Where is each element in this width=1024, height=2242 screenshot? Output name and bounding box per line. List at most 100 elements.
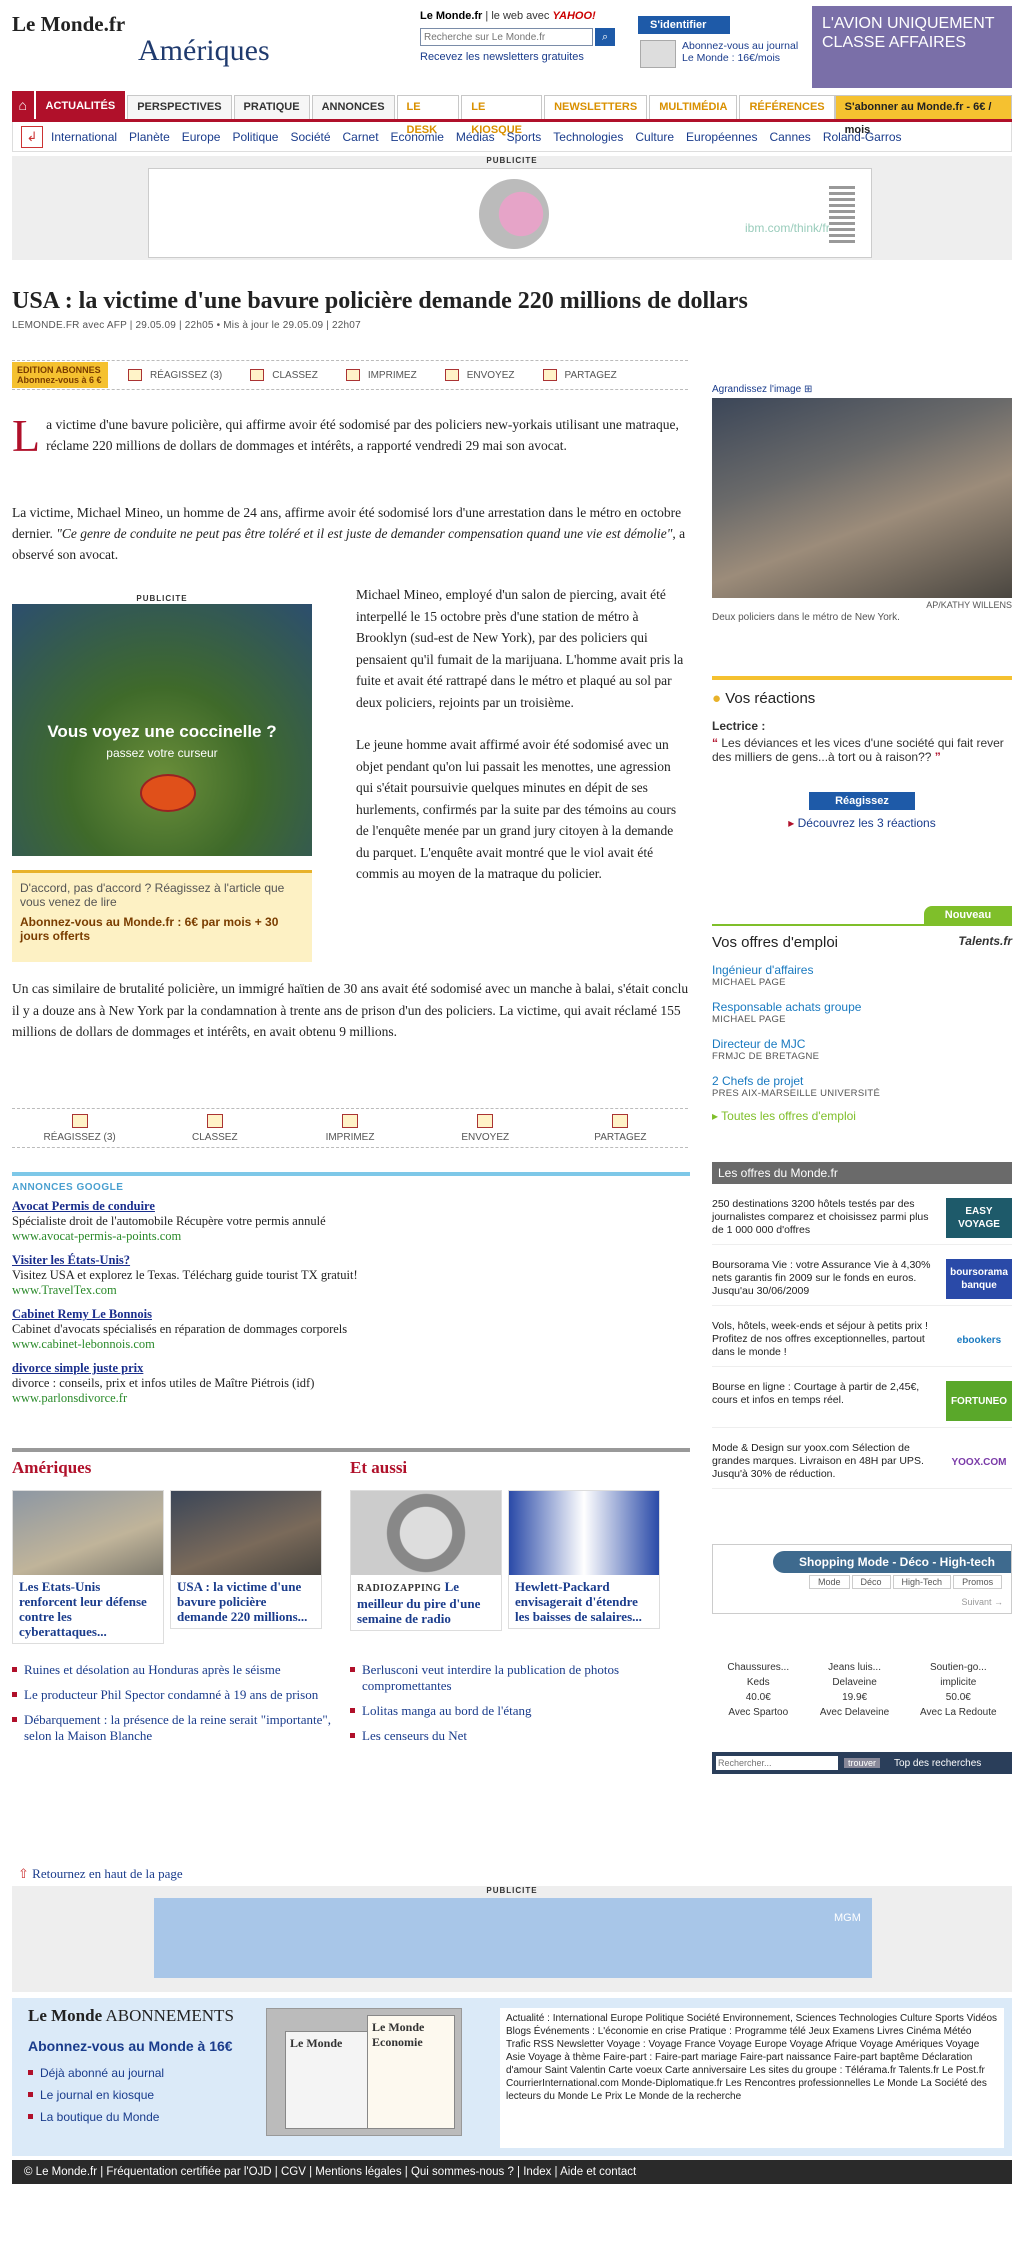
tab-perspectives[interactable]: PERSPECTIVES — [127, 95, 232, 119]
subnav-carnet[interactable]: Carnet — [343, 130, 379, 144]
subnav-sports[interactable]: Sports — [507, 130, 542, 144]
subnav-europe[interactable]: Europe — [182, 130, 221, 144]
shopping-tab[interactable]: Promos — [953, 1575, 1003, 1589]
site-logo[interactable]: Le Monde.fr — [12, 12, 125, 37]
shopping-tab[interactable]: Mode — [809, 1575, 850, 1589]
related-article-card[interactable]: Hewlett-Packard envisagerait d'étendre l… — [508, 1490, 660, 1629]
react-tool[interactable]: RÉAGISSEZ (3) — [128, 369, 222, 381]
subnav-societe[interactable]: Société — [290, 130, 330, 144]
job-item[interactable]: Responsable achats groupe MICHAEL PAGE — [712, 1000, 1012, 1025]
send-tool[interactable]: ENVOYEZ — [418, 1114, 553, 1143]
subscription-offer[interactable]: Abonnez-vous au Monde à 16€ — [28, 2038, 233, 2054]
tab-le-desk[interactable]: LE DESK — [396, 95, 460, 136]
subnav-economie[interactable]: Economie — [391, 130, 444, 144]
related-article-card[interactable]: Les Etats-Unis renforcent leur défense c… — [12, 1490, 164, 1644]
site-links[interactable]: Actualité : International Europe Politiq… — [500, 2008, 1004, 2148]
ad-title[interactable]: divorce simple juste prix — [12, 1361, 690, 1376]
offer-item[interactable]: Boursorama Vie : votre Assurance Vie à 4… — [712, 1259, 1012, 1306]
job-item[interactable]: Directeur de MJC FRMJC DE BRETAGNE — [712, 1037, 1012, 1062]
ad-url[interactable]: www.TravelTex.com — [12, 1283, 690, 1298]
product-name[interactable]: Jeans luis... — [820, 1660, 889, 1675]
google-ad[interactable]: Visiter les États-Unis? Visitez USA et e… — [12, 1253, 690, 1298]
fortuneo-logo[interactable]: FORTUNEO — [946, 1381, 1012, 1421]
tab-newsletters[interactable]: NEWSLETTERS — [544, 95, 648, 119]
subscription-link[interactable]: Déjà abonné au journal — [28, 2062, 164, 2084]
list-item[interactable]: Lolitas manga au bord de l'étang — [350, 1703, 670, 1719]
list-item[interactable]: Ruines et désolation au Honduras après l… — [12, 1662, 332, 1678]
subnav-culture[interactable]: Culture — [635, 130, 674, 144]
offer-text[interactable]: Mode & Design sur yoox.com Sélection de … — [712, 1442, 940, 1482]
job-title[interactable]: 2 Chefs de projet — [712, 1074, 1012, 1088]
print-tool[interactable]: IMPRIMEZ — [282, 1114, 417, 1143]
job-title[interactable]: Ingénieur d'affaires — [712, 963, 1012, 977]
see-reactions-link[interactable]: ▸ Découvrez les 3 réactions — [712, 816, 1012, 830]
shopping-tab[interactable]: High-Tech — [892, 1575, 952, 1589]
card-title[interactable]: USA : la victime d'une bavure policière … — [171, 1575, 321, 1628]
share-tool[interactable]: PARTAGEZ — [553, 1114, 688, 1143]
subscribe-promo[interactable]: Abonnez-vous au journal Le Monde : 16€/m… — [640, 40, 800, 68]
job-title[interactable]: Responsable achats groupe — [712, 1000, 1012, 1014]
ad-title[interactable]: Visiter les États-Unis? — [12, 1253, 690, 1268]
card-title[interactable]: Hewlett-Packard envisagerait d'étendre l… — [509, 1575, 659, 1628]
job-item[interactable]: 2 Chefs de projet PRES AIX-MARSEILLE UNIV… — [712, 1074, 1012, 1099]
tab-actualites[interactable]: ACTUALITÉS — [35, 91, 126, 119]
card-title[interactable]: Les Etats-Unis renforcent leur défense c… — [13, 1575, 163, 1643]
react-tool[interactable]: RÉAGISSEZ (3) — [12, 1114, 147, 1143]
search-input[interactable] — [420, 28, 594, 46]
yoox-logo[interactable]: YOOX.COM — [946, 1442, 1012, 1482]
tab-pratique[interactable]: PRATIQUE — [233, 95, 310, 119]
ad-title[interactable]: Avocat Permis de conduire — [12, 1199, 690, 1214]
tab-le-kiosque[interactable]: LE KIOSQUE — [461, 95, 543, 136]
product-name[interactable]: Soutien-go... — [920, 1660, 997, 1675]
google-ad[interactable]: divorce simple juste prix divorce : cons… — [12, 1361, 690, 1406]
ad-title[interactable]: Cabinet Remy Le Bonnois — [12, 1307, 690, 1322]
subscribe-tab[interactable]: S'abonner au Monde.fr - 6€ / mois — [834, 95, 1012, 136]
search-button[interactable]: ⌕ — [595, 28, 615, 46]
subnav-roland-garros[interactable]: Roland-Garros — [823, 130, 902, 144]
enlarge-image-link[interactable]: Agrandissez l'image ⊞ — [712, 384, 812, 395]
login-button[interactable]: S'identifier — [638, 16, 730, 34]
inline-advertisement[interactable]: Vous voyez une coccinelle ? passez votre… — [12, 604, 312, 856]
subscribe-cta[interactable]: Abonnez-vous au Monde.fr : 6€ par mois +… — [20, 915, 304, 943]
subnav-technologies[interactable]: Technologies — [553, 130, 623, 144]
offer-item[interactable]: Vols, hôtels, week-ends et séjour à peti… — [712, 1320, 1012, 1367]
subnav-cannes[interactable]: Cannes — [769, 130, 810, 144]
classify-tool[interactable]: CLASSEZ — [147, 1114, 282, 1143]
offer-item[interactable]: 250 destinations 3200 hôtels testés par … — [712, 1198, 1012, 1245]
tab-multimedia[interactable]: MULTIMÉDIA — [649, 95, 738, 119]
article-photo[interactable] — [712, 398, 1012, 598]
newspapers-image[interactable]: Le Monde Le Monde Economie — [266, 2008, 462, 2136]
offer-text[interactable]: Boursorama Vie : votre Assurance Vie à 4… — [712, 1259, 940, 1299]
list-item[interactable]: Les censeurs du Net — [350, 1728, 670, 1744]
banner-advertisement[interactable]: ibm.com/think/fr — [148, 168, 872, 258]
newsletter-link[interactable]: Recevez les newsletters gratuites — [420, 51, 615, 63]
google-ad[interactable]: Avocat Permis de conduire Spécialiste dr… — [12, 1199, 690, 1244]
offer-text[interactable]: 250 destinations 3200 hôtels testés par … — [712, 1198, 940, 1238]
subscription-link[interactable]: La boutique du Monde — [28, 2106, 164, 2128]
offer-text[interactable]: Bourse en ligne : Courtage à partir de 2… — [712, 1381, 940, 1421]
easyvoyage-logo[interactable]: EASY VOYAGE — [946, 1198, 1012, 1238]
list-item[interactable]: Débarquement : la présence de la reine s… — [12, 1712, 332, 1744]
ad-url[interactable]: www.parlonsdivorce.fr — [12, 1391, 690, 1406]
top-searches-link[interactable]: Top des recherches — [894, 1758, 981, 1769]
product-item[interactable]: Soutien-go... implicite 50.0€ Avec La Redou… — [920, 1660, 997, 1720]
edition-abonnes-badge[interactable]: EDITION ABONNES Abonnez-vous à 6 € — [12, 362, 108, 388]
job-item[interactable]: Ingénieur d'affaires MICHAEL PAGE — [712, 963, 1012, 988]
subnav-politique[interactable]: Politique — [232, 130, 278, 144]
tab-annonces[interactable]: ANNONCES — [311, 95, 395, 119]
back-to-top-link[interactable]: ⇧ Retournez en haut de la page — [18, 1866, 183, 1882]
print-tool[interactable]: IMPRIMEZ — [345, 369, 417, 381]
back-arrow-icon[interactable]: ↲ — [21, 125, 43, 148]
ad-url[interactable]: www.cabinet-lebonnois.com — [12, 1337, 690, 1352]
footer-bar[interactable]: © Le Monde.fr | Fréquentation certifiée … — [12, 2160, 1012, 2184]
classify-tool[interactable]: CLASSEZ — [250, 369, 318, 381]
shopping-tab[interactable]: Déco — [851, 1575, 891, 1589]
job-title[interactable]: Directeur de MJC — [712, 1037, 1012, 1051]
list-item[interactable]: Le producteur Phil Spector condamné à 19… — [12, 1687, 332, 1703]
google-ad[interactable]: Cabinet Remy Le Bonnois Cabinet d'avocat… — [12, 1307, 690, 1352]
all-jobs-link[interactable]: ▸ Toutes les offres d'emploi — [712, 1109, 1012, 1123]
offer-item[interactable]: Mode & Design sur yoox.com Sélection de … — [712, 1442, 1012, 1489]
boursorama-logo[interactable]: boursorama banque — [946, 1259, 1012, 1299]
subnav-europeennes[interactable]: Européennes — [686, 130, 757, 144]
next-link[interactable]: Suivant → — [961, 1597, 1003, 1607]
